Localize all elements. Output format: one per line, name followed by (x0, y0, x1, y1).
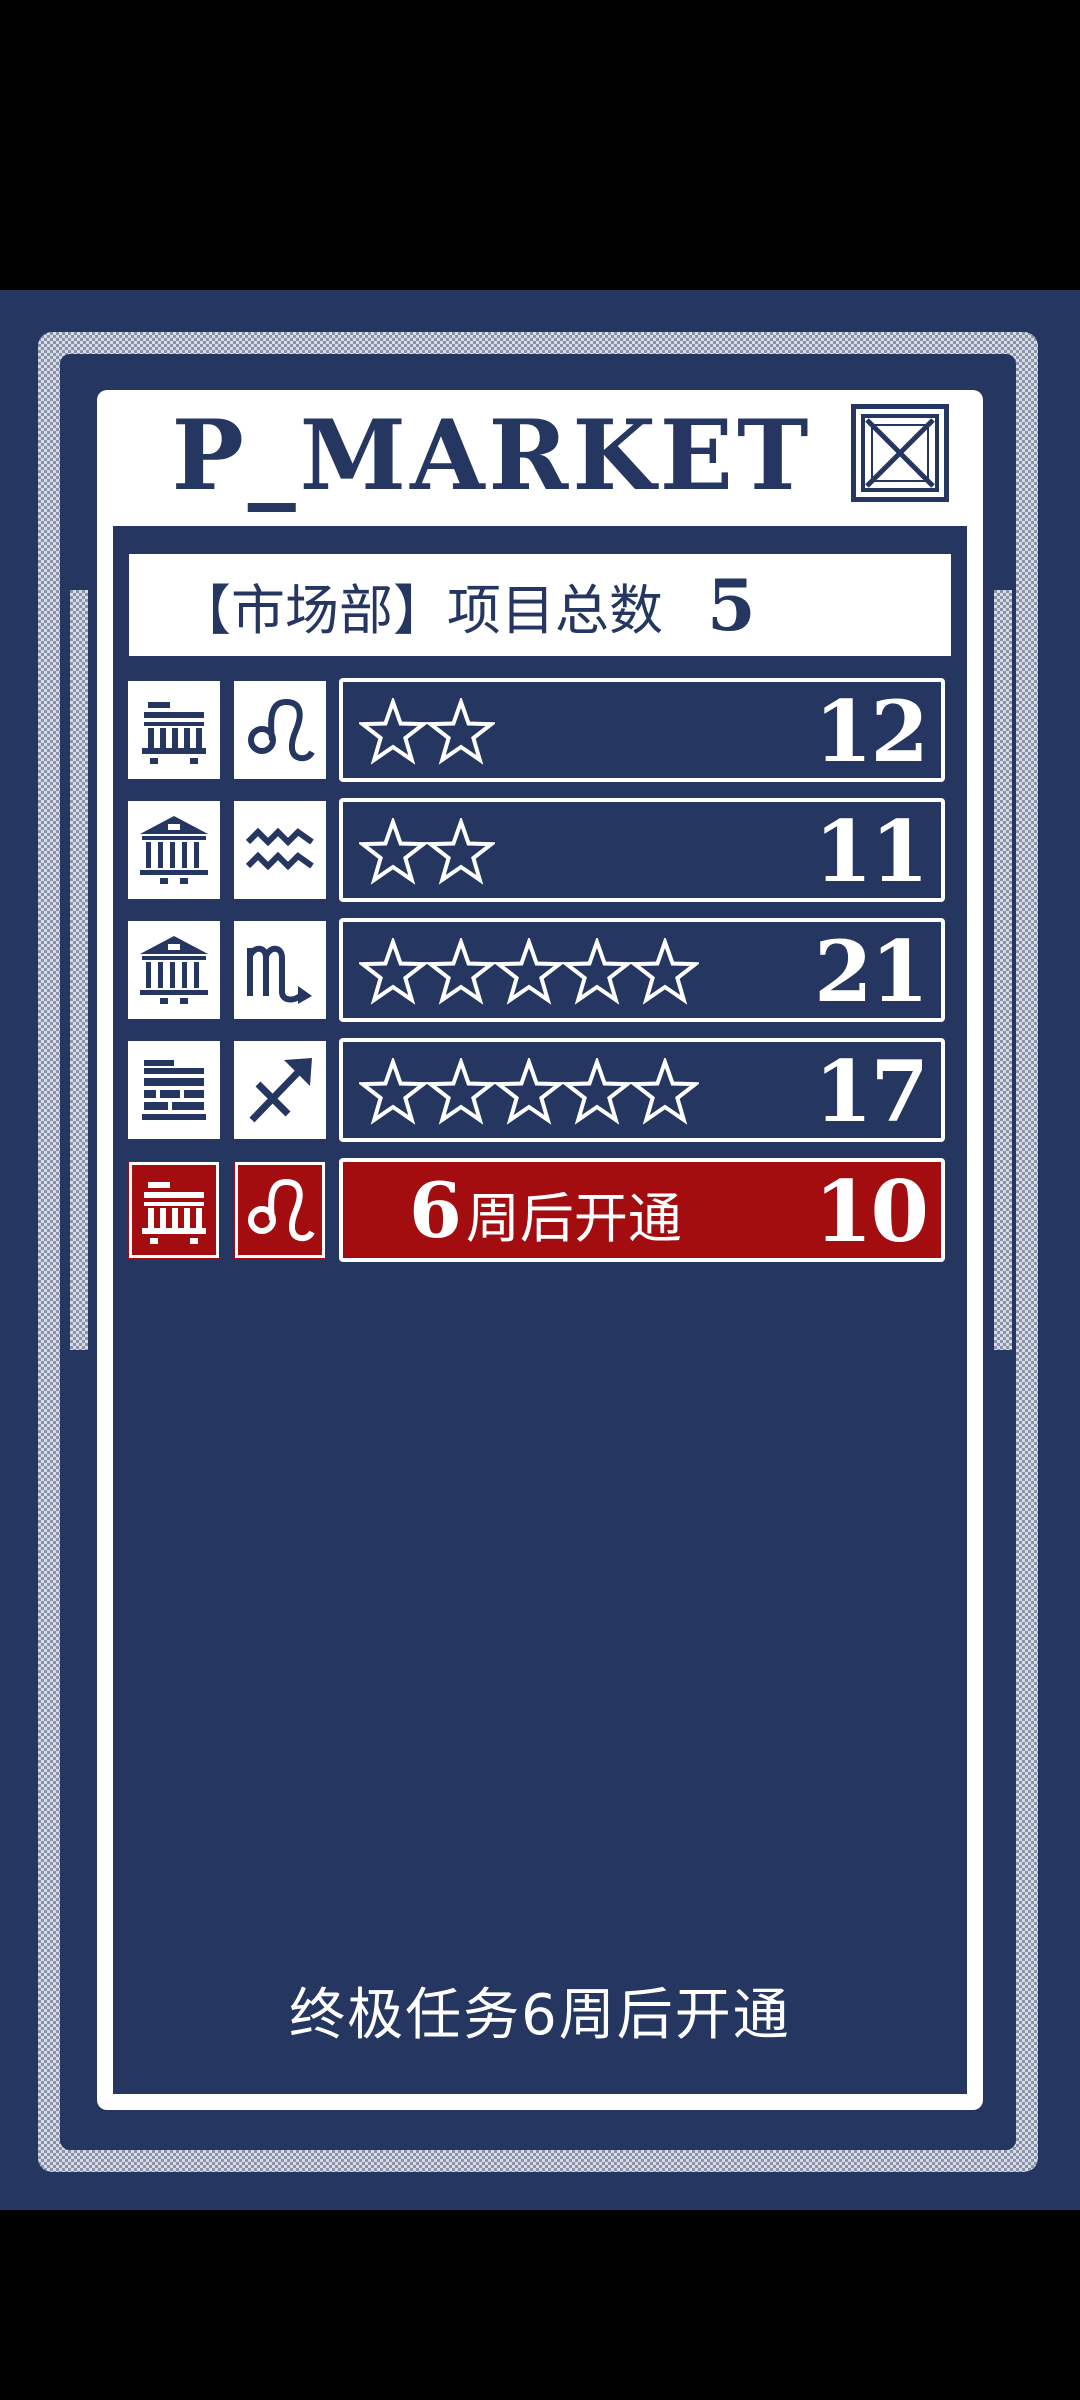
scorpio-icon (231, 918, 329, 1022)
unlock-status: 6周后开通 (409, 1162, 682, 1258)
project-row[interactable]: 11 (125, 798, 945, 902)
project-row-locked[interactable]: 6周后开通 10 (125, 1158, 945, 1262)
leo-icon (231, 678, 329, 782)
star-icon (356, 1055, 430, 1125)
project-row[interactable]: 17 (125, 1038, 945, 1142)
star-icon (424, 695, 498, 765)
project-value: 12 (814, 682, 929, 781)
bank-icon (125, 918, 223, 1022)
project-value: 11 (814, 802, 929, 901)
project-bar: 21 (339, 918, 945, 1022)
close-button[interactable] (851, 404, 949, 502)
footer-note: 终极任务6周后开通 (289, 1983, 791, 2048)
star-icon (356, 695, 430, 765)
bank-icon (125, 798, 223, 902)
star-icon (424, 1055, 498, 1125)
project-summary: 【市场部】项目总数 5 (125, 550, 955, 660)
star-icon (424, 935, 498, 1005)
aquarius-icon (231, 798, 329, 902)
project-value: 17 (814, 1042, 929, 1141)
star-rating (356, 815, 498, 888)
star-rating (356, 1055, 702, 1128)
project-value: 10 (814, 1162, 929, 1261)
star-icon (628, 935, 702, 1005)
project-value: 21 (814, 922, 929, 1021)
star-icon (424, 815, 498, 885)
project-bar: 6周后开通 10 (339, 1158, 945, 1262)
summary-count: 5 (707, 563, 756, 647)
star-icon (356, 815, 430, 885)
sagittarius-icon (231, 1038, 329, 1142)
panel-title: P_MARKET (171, 399, 813, 512)
project-row[interactable]: 12 (125, 678, 945, 782)
project-bar: 11 (339, 798, 945, 902)
leo-icon (231, 1158, 329, 1262)
market-panel: P_MARKET 【市场部】项目总数 5 12 11 21 17 6周后开通 1… (97, 390, 983, 2110)
project-row[interactable]: 21 (125, 918, 945, 1022)
project-bar: 12 (339, 678, 945, 782)
star-icon (560, 1055, 634, 1125)
star-rating (356, 935, 702, 1008)
project-bar: 17 (339, 1038, 945, 1142)
factory-icon (125, 678, 223, 782)
star-icon (356, 935, 430, 1005)
star-icon (628, 1055, 702, 1125)
unlock-label: 周后开通 (465, 1187, 682, 1250)
right-rail (994, 590, 1012, 1350)
warehouse-icon (125, 1038, 223, 1142)
close-x-box-icon (861, 414, 939, 492)
star-icon (492, 1055, 566, 1125)
star-rating (356, 695, 498, 768)
star-icon (560, 935, 634, 1005)
game-area: P_MARKET 【市场部】项目总数 5 12 11 21 17 6周后开通 1… (0, 290, 1080, 2210)
unlock-weeks: 6 (409, 1166, 462, 1255)
star-icon (492, 935, 566, 1005)
screen: P_MARKET 【市场部】项目总数 5 12 11 21 17 6周后开通 1… (0, 0, 1080, 2400)
summary-label: 【市场部】项目总数 (177, 578, 663, 642)
left-rail (70, 590, 88, 1350)
factory-icon (125, 1158, 223, 1262)
